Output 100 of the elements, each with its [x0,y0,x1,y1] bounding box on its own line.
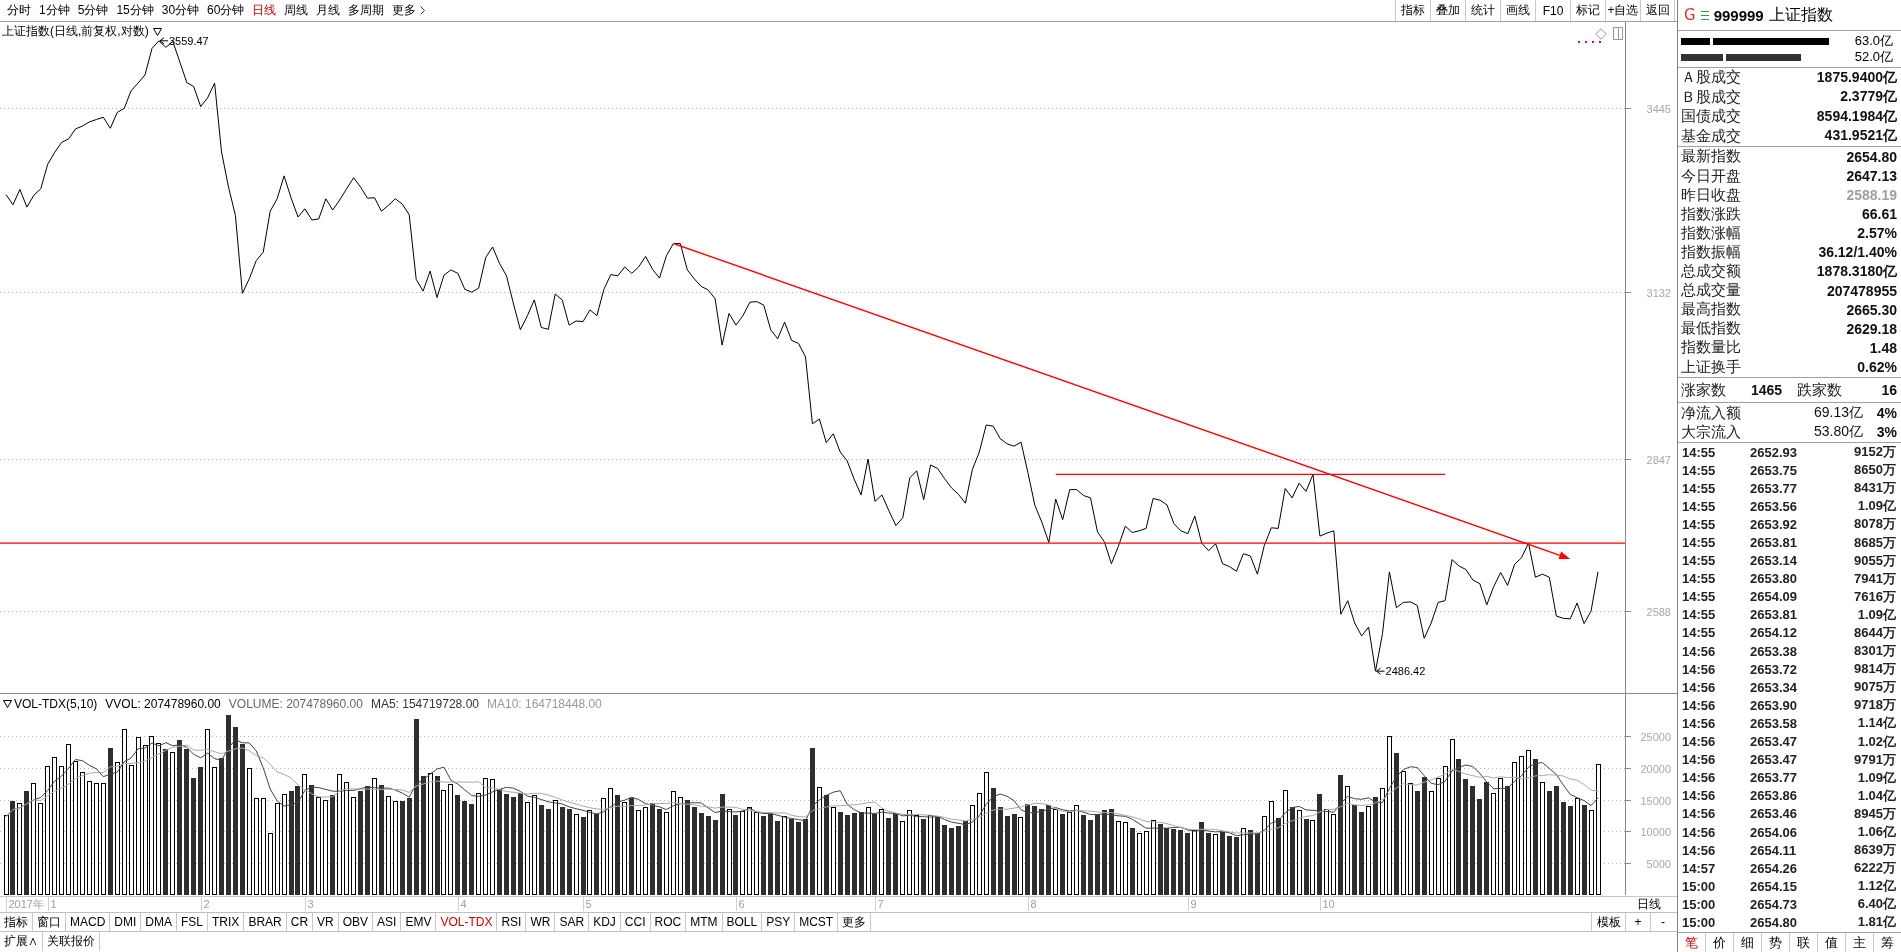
bar [275,803,280,895]
bar [240,744,245,895]
bar [1456,759,1461,895]
period-tab[interactable]: 30分钟 [157,0,204,21]
period-tab[interactable]: 日线 [248,0,281,21]
toolbar-button[interactable]: +自选 [1605,0,1640,21]
axis-label: 5000 [1646,857,1671,870]
tick-time: 15:00 [1682,878,1717,894]
tick-price: 2653.92 [1750,516,1798,532]
bar [1387,736,1392,895]
bar [594,814,599,895]
bar [1477,799,1482,895]
tick-volume: 1.04亿 [1856,786,1896,805]
stat-label: 涨家数 [1681,380,1727,400]
bar [977,793,982,895]
bar [650,803,655,895]
period-tab[interactable]: 1分钟 [35,0,74,21]
bar [518,793,523,895]
period-tab[interactable]: 月线 [312,0,345,21]
bar [1290,807,1295,895]
more-button[interactable]: 更多 [388,0,430,21]
tick-volume: 9075万 [1853,678,1896,697]
tick-price: 2652.93 [1750,444,1798,460]
bar [1540,782,1545,895]
bar [511,797,516,895]
bar [1366,806,1371,895]
period-tab[interactable]: 周线 [280,0,313,21]
bar [768,814,773,895]
bar [1109,809,1114,895]
bar [838,812,843,895]
bar [803,819,808,895]
bar [323,800,328,895]
tick-volume: 6.40亿 [1856,895,1896,914]
bar [678,797,683,895]
bar [907,810,912,895]
tick-volume: 8301万 [1853,642,1896,661]
bar [532,795,537,895]
bar [1422,777,1427,895]
stat-value: 1.48 [1869,339,1897,356]
tick-price: 2653.47 [1750,734,1798,750]
bar [1519,756,1524,895]
stat-label: 最低指数 [1681,319,1741,339]
period-tab[interactable]: 5分钟 [73,0,113,21]
period-tab[interactable]: 60分钟 [203,0,249,21]
bar [316,797,321,895]
bar [581,817,586,895]
period-tab[interactable]: 多周期 [344,0,389,21]
stat-value: 2588.19 [1846,187,1897,204]
period-tab[interactable]: 15分钟 [112,0,158,21]
stat-label: 指数涨幅 [1681,223,1741,243]
bar [1547,791,1552,895]
date-label: 7 [877,898,884,910]
bar [1317,794,1322,895]
tick-price: 2654.12 [1750,625,1798,641]
bar [872,814,877,895]
bar [914,815,919,895]
bar [886,818,891,895]
tick-price: 2653.81 [1750,607,1798,623]
bar [1067,812,1072,895]
bar [1596,764,1601,895]
bar [52,757,57,895]
tick-volume: 9718万 [1853,696,1896,715]
bar [129,765,134,895]
period-tab[interactable]: 分时 [3,0,35,21]
bar [1227,836,1232,895]
stat-label: 跌家数 [1797,380,1843,400]
bar [10,801,15,895]
lines-icon [1700,9,1709,21]
stat-label: Ｂ股成交 [1681,87,1741,107]
price-label: 3559.47 [168,34,209,47]
bar [1018,817,1023,895]
bar [601,798,606,895]
tick-time: 14:56 [1682,770,1717,786]
bar [198,767,203,895]
bar [761,816,766,895]
tick-volume: 8431万 [1853,479,1896,498]
indicator-readout: MA10: 164718448.00 [487,697,602,711]
triangle-down-icon [3,700,12,708]
bar [733,815,738,895]
bar [337,774,342,895]
bar [567,809,572,895]
tick-price: 2654.09 [1750,589,1798,605]
bar [393,801,398,895]
bar [1012,814,1017,895]
stat-value: 1875.9400亿 [1816,68,1897,87]
tick-volume: 9814万 [1853,660,1896,679]
bar [1498,778,1503,895]
tick-price: 2654.26 [1750,860,1798,876]
bar [782,816,787,895]
tick-price: 2653.81 [1750,535,1798,550]
stat-value: 4% [1875,405,1897,421]
bar [483,778,488,895]
bar [1380,788,1385,895]
tick-volume: 1.12亿 [1856,877,1896,896]
toolbar-button[interactable]: 返回 [1640,0,1675,21]
tick-volume: 1.14亿 [1856,714,1896,733]
tick-price: 2654.11 [1750,842,1798,858]
bar [1088,820,1093,895]
bar [1151,820,1156,895]
bar [1470,786,1475,895]
